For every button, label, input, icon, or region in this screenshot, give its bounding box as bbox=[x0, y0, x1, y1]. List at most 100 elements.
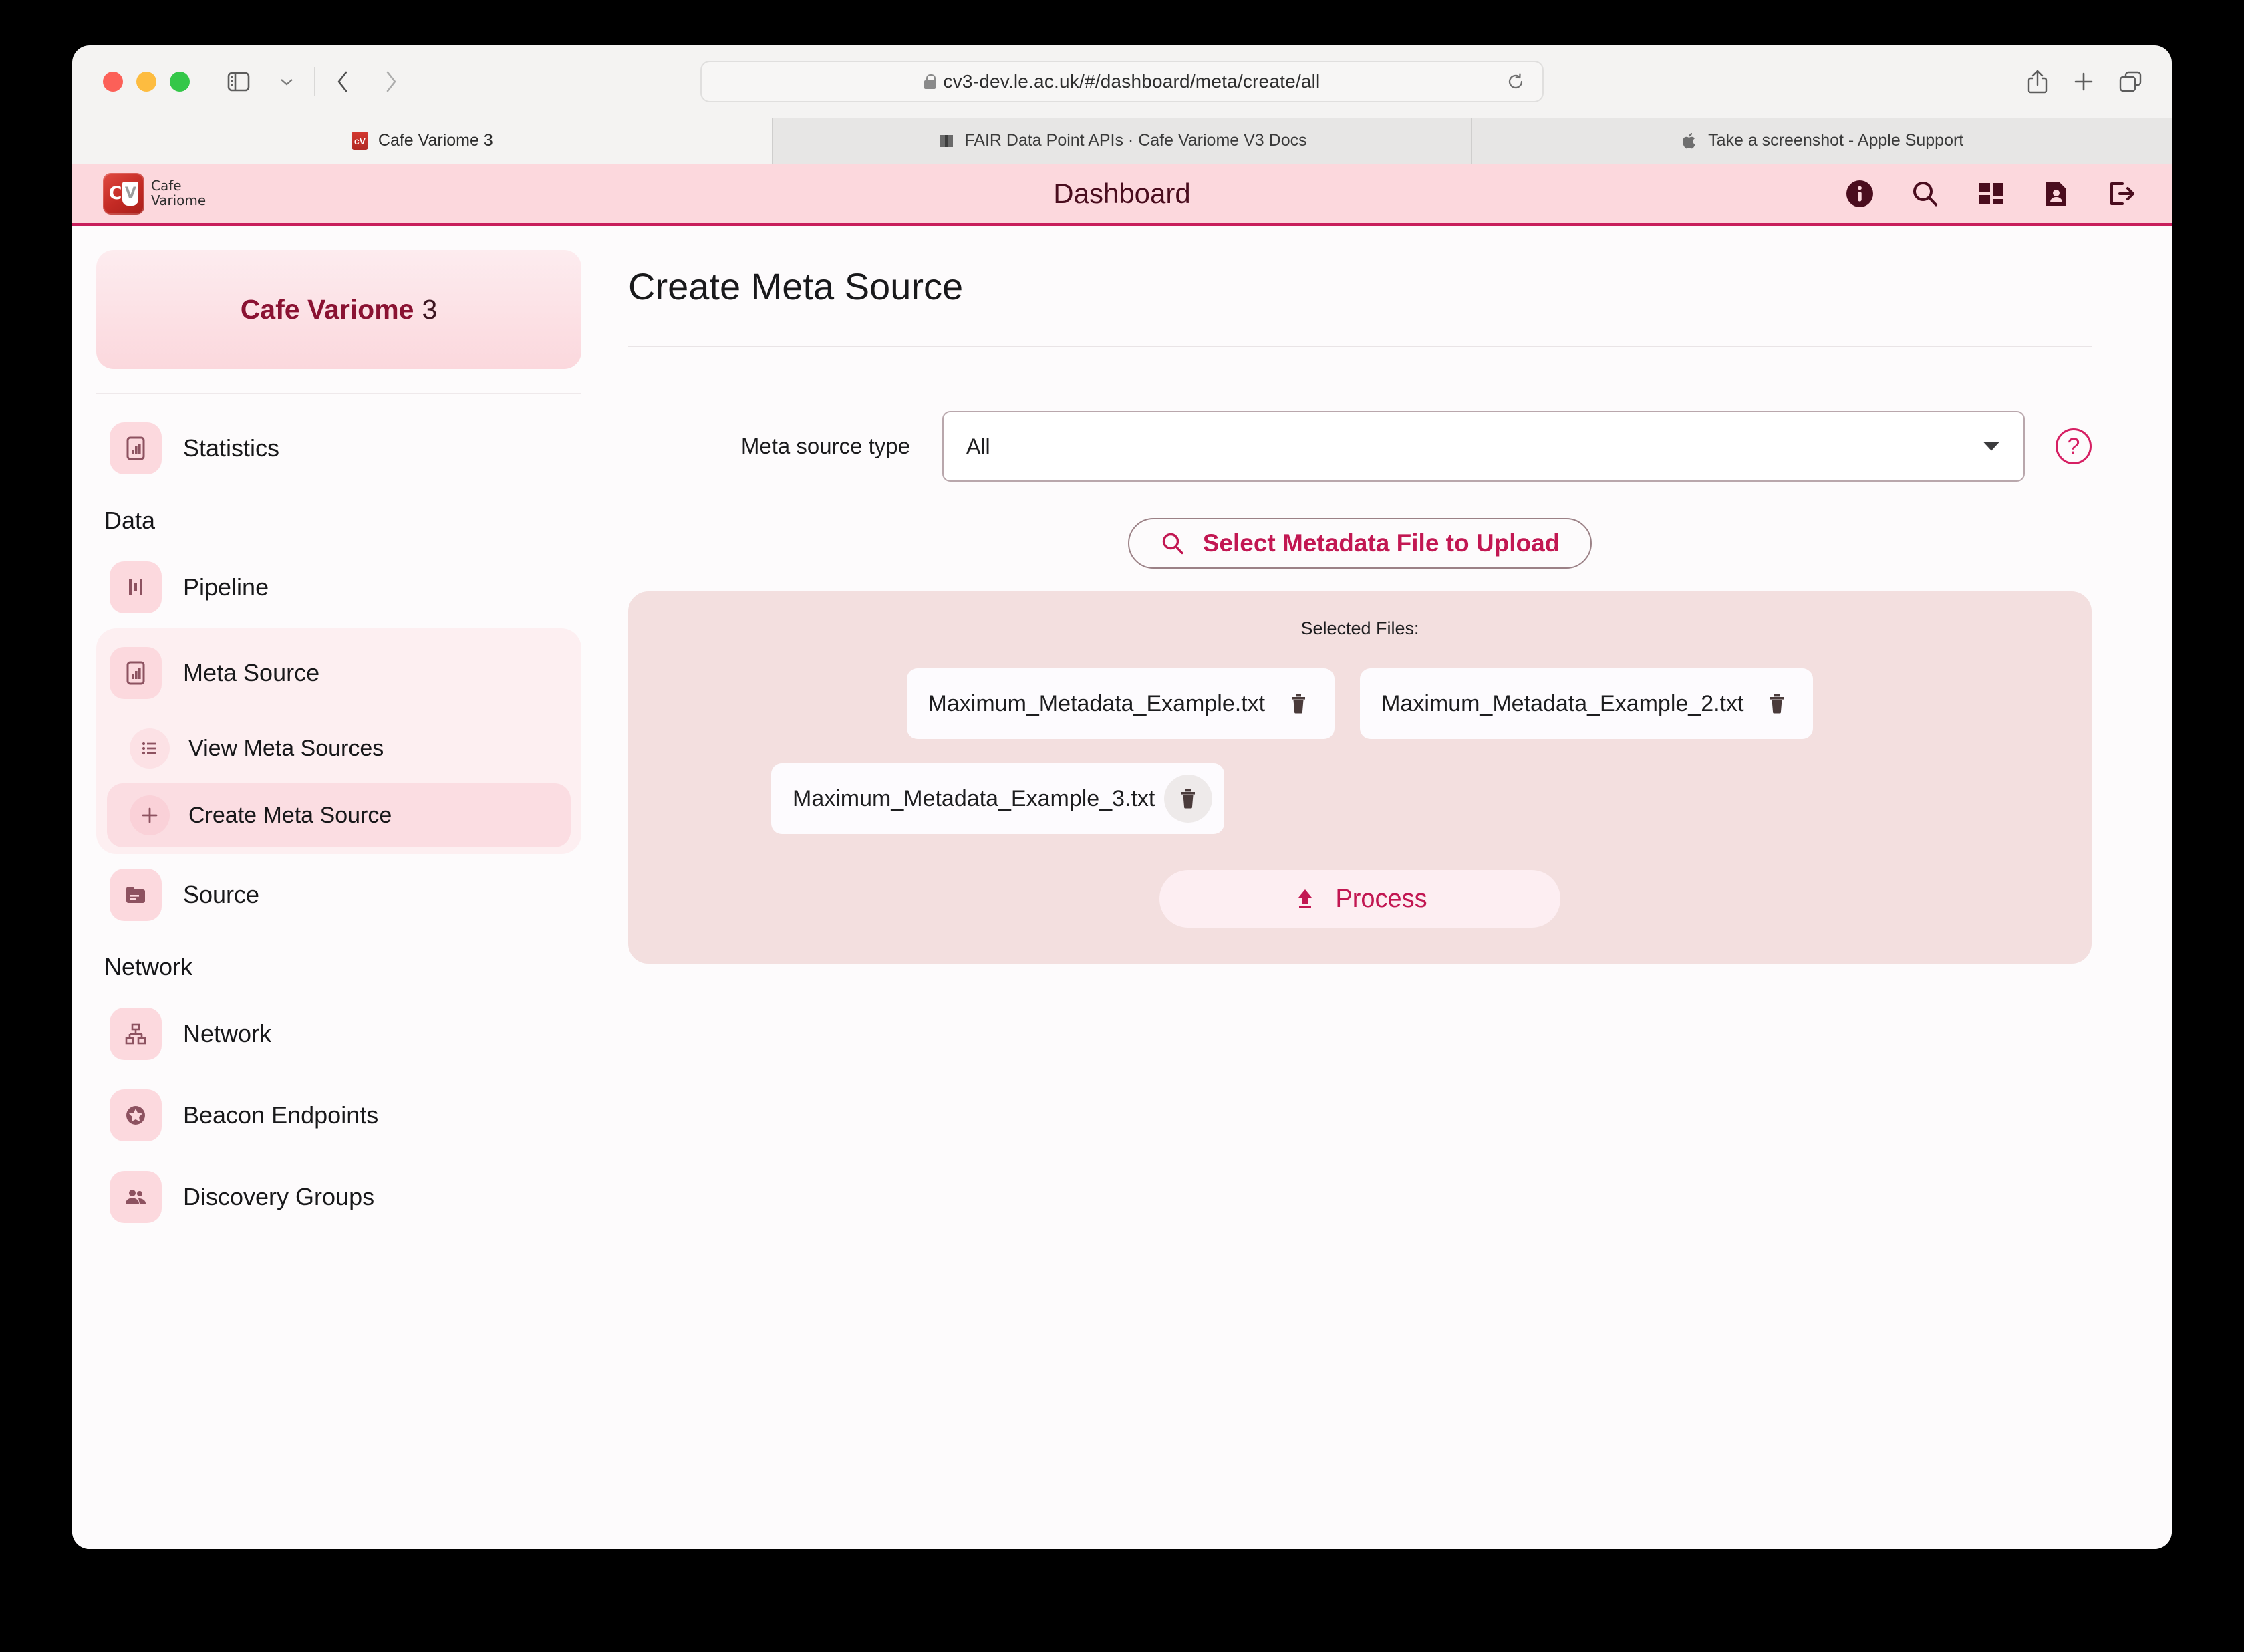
process-button[interactable]: Process bbox=[1159, 870, 1560, 928]
selected-files-title: Selected Files: bbox=[1300, 618, 1419, 638]
meta-source-type-row: Meta source type All ? bbox=[628, 411, 2092, 482]
list-icon bbox=[130, 728, 170, 769]
profile-document-icon[interactable] bbox=[2041, 178, 2072, 209]
tab-title: Take a screenshot - Apple Support bbox=[1708, 131, 1964, 150]
sidebar-toggle-icon[interactable] bbox=[218, 62, 259, 101]
file-chip: Maximum_Metadata_Example_3.txt bbox=[771, 763, 1225, 834]
reload-icon[interactable] bbox=[1506, 72, 1525, 91]
address-bar[interactable]: cv3-dev.le.ac.uk/#/dashboard/meta/create… bbox=[700, 61, 1544, 102]
main-content: Create Meta Source Meta source type All … bbox=[600, 226, 2172, 1549]
trash-icon[interactable] bbox=[1753, 680, 1801, 728]
sidebar-divider bbox=[96, 393, 581, 394]
upload-icon bbox=[1292, 886, 1318, 912]
meta-source-type-value: All bbox=[966, 434, 990, 458]
app-header-actions bbox=[1844, 178, 2137, 209]
tab-title: FAIR Data Point APIs · Cafe Variome V3 D… bbox=[964, 131, 1307, 150]
chevron-down-icon bbox=[1983, 442, 1999, 451]
sidebar-item-label: Meta Source bbox=[183, 659, 320, 686]
org-card[interactable]: Cafe Variome 3 bbox=[96, 250, 581, 369]
search-icon[interactable] bbox=[1910, 178, 1941, 209]
sidebar-item-pipeline[interactable]: Pipeline bbox=[96, 547, 581, 628]
page-header-title: Dashboard bbox=[1053, 177, 1191, 209]
page-title: Create Meta Source bbox=[628, 265, 964, 307]
logo-wordmark: Cafe Variome bbox=[151, 179, 206, 207]
trash-icon[interactable] bbox=[1164, 775, 1213, 823]
sidebar-item-create-meta-source[interactable]: Create Meta Source bbox=[107, 783, 571, 847]
app-header: C V Cafe Variome Dashboard bbox=[72, 164, 2172, 226]
selected-files-list: Maximum_Metadata_Example.txt Maximum_Met… bbox=[658, 668, 2062, 739]
browser-tab-cafe-variome[interactable]: cV Cafe Variome 3 bbox=[72, 118, 773, 164]
tab-strip: cV Cafe Variome 3 FAIR Data Point APIs ·… bbox=[72, 118, 2172, 164]
sidebar-item-statistics[interactable]: Statistics bbox=[96, 408, 581, 489]
info-icon[interactable] bbox=[1844, 178, 1875, 209]
app-root: C V Cafe Variome Dashboard Cafe Variome … bbox=[72, 164, 2172, 1549]
file-name: Maximum_Metadata_Example_2.txt bbox=[1381, 690, 1744, 716]
file-chip: Maximum_Metadata_Example_2.txt bbox=[1360, 668, 1814, 739]
select-metadata-file-button[interactable]: Select Metadata File to Upload bbox=[1127, 518, 1592, 569]
maximize-window-button[interactable] bbox=[170, 72, 190, 92]
sidebar-item-label: Network bbox=[183, 1020, 272, 1047]
chart-document-icon bbox=[110, 647, 162, 699]
share-icon[interactable] bbox=[2026, 69, 2049, 94]
browser-window: cv3-dev.le.ac.uk/#/dashboard/meta/create… bbox=[72, 45, 2172, 1549]
tab-overview-icon[interactable] bbox=[2118, 70, 2142, 93]
process-label: Process bbox=[1335, 884, 1427, 913]
meta-source-type-label: Meta source type bbox=[740, 434, 910, 458]
sidebar-section-network: Network bbox=[104, 953, 193, 980]
org-name-version: 3 bbox=[422, 293, 438, 325]
app-body: Cafe Variome 3 Statistics Data Pipeline … bbox=[72, 226, 2172, 1549]
logo-letter-c: C bbox=[108, 183, 122, 204]
window-traffic-lights bbox=[103, 72, 190, 92]
toolbar-divider bbox=[314, 67, 315, 96]
help-icon[interactable]: ? bbox=[2056, 428, 2092, 464]
logo-letter-v: V bbox=[124, 185, 136, 202]
logout-icon[interactable] bbox=[2106, 178, 2137, 209]
back-icon[interactable] bbox=[322, 62, 364, 101]
sidebar-section-data: Data bbox=[104, 507, 156, 534]
selected-files-list-row2: Maximum_Metadata_Example_3.txt bbox=[658, 763, 2062, 834]
select-metadata-file-label: Select Metadata File to Upload bbox=[1202, 529, 1560, 557]
file-name: Maximum_Metadata_Example_3.txt bbox=[793, 785, 1155, 811]
sidebar-item-beacon-endpoints[interactable]: Beacon Endpoints bbox=[96, 1075, 581, 1156]
sidebar-item-label: Beacon Endpoints bbox=[183, 1101, 379, 1129]
meta-source-type-select[interactable]: All bbox=[942, 411, 2025, 482]
file-name: Maximum_Metadata_Example.txt bbox=[928, 690, 1266, 716]
chevron-down-icon[interactable] bbox=[266, 62, 307, 101]
cafe-variome-cup-icon: C V bbox=[103, 172, 144, 215]
sidebar-item-label: Pipeline bbox=[183, 573, 269, 601]
people-icon bbox=[110, 1171, 162, 1223]
sidebar-item-view-meta-sources[interactable]: View Meta Sources bbox=[107, 716, 571, 781]
sidebar-item-source[interactable]: Source bbox=[96, 854, 581, 936]
forward-icon[interactable] bbox=[370, 62, 412, 101]
browser-toolbar: cv3-dev.le.ac.uk/#/dashboard/meta/create… bbox=[72, 45, 2172, 118]
sidebar-item-label: Create Meta Source bbox=[188, 802, 392, 828]
sidebar-item-network[interactable]: Network bbox=[96, 993, 581, 1075]
sidebar-item-meta-source[interactable]: Meta Source bbox=[96, 632, 581, 714]
title-rule bbox=[628, 346, 2092, 347]
sidebar-item-label: Discovery Groups bbox=[183, 1183, 375, 1210]
cafe-variome-logo[interactable]: C V Cafe Variome bbox=[103, 172, 206, 215]
browser-tab-apple-support[interactable]: Take a screenshot - Apple Support bbox=[1472, 118, 2172, 164]
network-tree-icon bbox=[110, 1008, 162, 1060]
browser-tab-fair-data-point[interactable]: FAIR Data Point APIs · Cafe Variome V3 D… bbox=[772, 118, 1473, 164]
toolbar-nav-group bbox=[218, 62, 412, 101]
dashboard-grid-icon[interactable] bbox=[1975, 178, 2006, 209]
help-glyph: ? bbox=[2067, 434, 2080, 459]
close-window-button[interactable] bbox=[103, 72, 123, 92]
logo-line-2: Variome bbox=[151, 192, 206, 209]
org-name-strong: Cafe Variome bbox=[240, 293, 414, 325]
apple-icon bbox=[1681, 132, 1699, 150]
file-chip: Maximum_Metadata_Example.txt bbox=[906, 668, 1335, 739]
tab-title: Cafe Variome 3 bbox=[378, 131, 493, 150]
search-icon bbox=[1160, 531, 1185, 556]
url-text: cv3-dev.le.ac.uk/#/dashboard/meta/create… bbox=[943, 71, 1320, 92]
new-tab-icon[interactable] bbox=[2073, 71, 2094, 92]
minimize-window-button[interactable] bbox=[136, 72, 156, 92]
address-bar-wrapper: cv3-dev.le.ac.uk/#/dashboard/meta/create… bbox=[700, 61, 1544, 102]
sidebar-group-meta-source: Meta Source View Meta Sources Create Met… bbox=[96, 628, 581, 854]
trash-icon[interactable] bbox=[1274, 680, 1322, 728]
sidebar: Cafe Variome 3 Statistics Data Pipeline … bbox=[72, 226, 600, 1549]
sidebar-item-discovery-groups[interactable]: Discovery Groups bbox=[96, 1156, 581, 1238]
lock-icon bbox=[924, 74, 936, 89]
star-circle-icon bbox=[110, 1089, 162, 1141]
